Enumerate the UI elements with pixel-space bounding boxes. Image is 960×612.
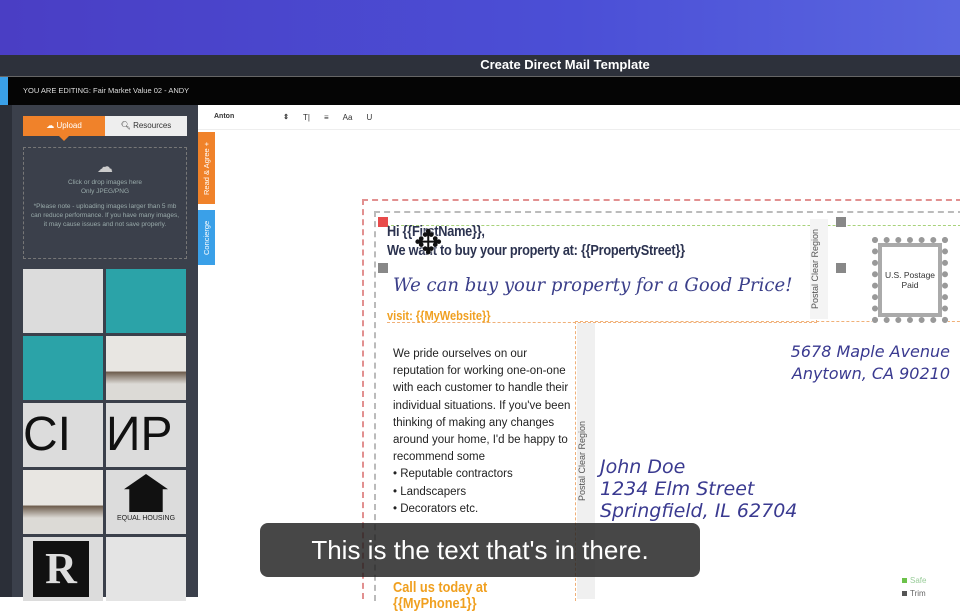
body-text[interactable]: We pride ourselves on our reputation for…: [393, 346, 573, 518]
return-line: 5678 Maple Avenue: [790, 342, 950, 361]
body-bullet: • Reputable contractors: [393, 468, 513, 481]
postage-stamp: U.S. Postage Paid: [872, 237, 948, 323]
recipient-line: 1234 Elm Street: [600, 478, 755, 500]
chevron-icon: ⇕: [283, 114, 289, 121]
move-cursor-icon: ✥: [414, 224, 443, 262]
drop-format: Only JPEG/PNG: [80, 188, 130, 195]
return-line: Anytown, CA 90210: [791, 364, 950, 383]
recipient-line: John Doe: [600, 456, 686, 478]
rotate-handle[interactable]: [836, 217, 846, 227]
font-value: Anton: [214, 113, 235, 120]
body-paragraph: We pride ourselves on our reputation for…: [393, 348, 571, 464]
video-caption: This is the text that's in there.: [260, 523, 700, 577]
image-tile[interactable]: ИP: [106, 403, 186, 467]
image-tile[interactable]: [106, 269, 186, 333]
body-bullet: • Landscapers: [393, 485, 467, 498]
call-text[interactable]: Call us today at {{MyPhone1}}: [393, 580, 487, 612]
realtor-logo: R: [33, 541, 89, 597]
tab-resources[interactable]: 🔍︎ Resources: [105, 116, 187, 136]
page-title: Create Direct Mail Template: [0, 55, 960, 77]
align-icon[interactable]: ≡: [324, 113, 329, 122]
image-tile[interactable]: [23, 269, 103, 333]
safe-label: Safe: [910, 576, 927, 585]
font-case-icon[interactable]: Aa: [343, 113, 353, 122]
recipient-address[interactable]: John Doe 1234 Elm Street Springfield, IL 6…: [600, 456, 797, 522]
concierge-tab[interactable]: Concierge: [198, 210, 215, 265]
image-tile[interactable]: [23, 470, 103, 534]
call-line: Call us today at: [393, 579, 488, 596]
read-agree-tab[interactable]: Read & Agree +: [198, 132, 215, 204]
text-size-icon[interactable]: T|: [303, 113, 310, 122]
stamp-label: U.S. Postage Paid: [884, 270, 936, 290]
resources-label: Resources: [133, 121, 172, 130]
editing-label: YOU ARE EDITING: Fair Market Value 02 - …: [23, 86, 190, 95]
drop-text: Click or drop images here: [67, 179, 143, 186]
underline-icon[interactable]: U: [366, 113, 372, 122]
font-select[interactable]: Anton ⇕: [214, 113, 289, 121]
safe-swatch: [902, 578, 907, 583]
image-grid: CI ИP EQUAL HOUSING R: [23, 269, 186, 601]
phone-line: {{MyPhone1}}: [393, 595, 477, 612]
text-toolbar: Anton ⇕ T| ≡ Aa U: [198, 105, 960, 130]
image-tile[interactable]: CI: [23, 403, 103, 467]
resize-handle[interactable]: [836, 263, 846, 273]
copy-handle[interactable]: [378, 263, 388, 273]
upload-label: Upload: [56, 121, 82, 130]
logo-fragment: CI: [23, 408, 71, 461]
upload-panel: ☁ Upload 🔍︎ Resources ☁ Click or drop im…: [12, 105, 198, 601]
image-tile[interactable]: [106, 336, 186, 400]
left-rail[interactable]: [0, 105, 12, 597]
drop-note: *Please note - uploading images larger t…: [30, 203, 180, 228]
image-tile-equal-housing[interactable]: EQUAL HOUSING: [106, 470, 186, 534]
border-legend: Safe Trim: [902, 574, 926, 600]
tab-upload[interactable]: ☁ Upload: [23, 116, 105, 141]
visit-line[interactable]: visit: {{MyWebsite}}: [387, 308, 491, 323]
logo-fragment: ИP: [106, 408, 173, 461]
body-bullet: • Decorators etc.: [393, 502, 479, 515]
top-band: [0, 0, 960, 55]
return-address[interactable]: 5678 Maple Avenue Anytown, CA 90210: [784, 341, 950, 385]
image-dropzone[interactable]: ☁ Click or drop images here Only JPEG/PN…: [23, 147, 187, 259]
image-tile[interactable]: [23, 336, 103, 400]
postal-clear-region: Postal Clear Region: [810, 219, 828, 319]
menu-strip[interactable]: [0, 77, 8, 105]
recipient-line: Springfield, IL 62704: [600, 500, 798, 522]
image-tile-realtor[interactable]: R: [23, 537, 103, 601]
cloud-upload-icon: ☁: [97, 159, 113, 176]
image-tile[interactable]: [106, 537, 186, 601]
script-line[interactable]: We can buy your property for a Good Pric…: [393, 274, 792, 296]
search-icon: 🔍︎: [120, 121, 131, 130]
editing-bar: YOU ARE EDITING: Fair Market Value 02 - …: [0, 77, 960, 105]
trim-swatch: [902, 591, 907, 596]
